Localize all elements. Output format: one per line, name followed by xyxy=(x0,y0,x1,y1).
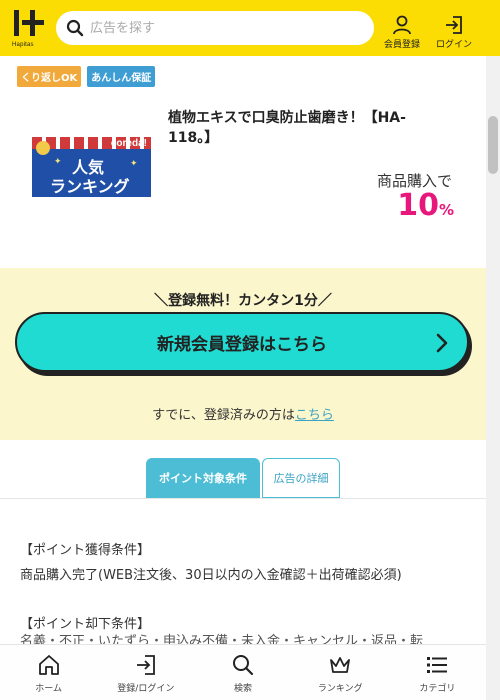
chevron-right-icon xyxy=(436,333,448,353)
conditions-content: 【ポイント獲得条件】 商品購入完了(WEB注文後、30日以内の入金確認＋出荷確認… xyxy=(20,538,472,637)
signup-button[interactable]: 新規会員登録はこちら xyxy=(15,312,469,372)
reward-number: 10 xyxy=(397,188,439,223)
registration-section: ＼登録無料！カンタン1分／ 新規会員登録はこちら すでに、登録済みの方はこちら xyxy=(0,268,486,440)
tab-point-conditions[interactable]: ポイント対象条件 xyxy=(146,458,260,498)
crown-icon xyxy=(36,141,50,155)
nav-item-category[interactable]: カテゴリ xyxy=(389,645,486,700)
sparkle-icon: ✦ xyxy=(54,157,62,167)
bottom-nav: ホーム 登録/ログイン 検索 ランキング カテゴリ xyxy=(0,644,486,700)
reward-unit: % xyxy=(438,201,454,219)
header: Hapitas 会員登録 ログイン xyxy=(0,0,500,56)
product-banner-image: coreda! ✦ ✦ 人気 ランキング xyxy=(32,137,151,197)
hapitas-logo[interactable]: Hapitas xyxy=(12,6,46,50)
user-icon xyxy=(393,15,411,35)
nav-item-home[interactable]: ホーム xyxy=(0,645,97,700)
repeat-ok-badge: くり返しOK xyxy=(17,66,82,87)
list-icon xyxy=(427,657,448,673)
search-icon xyxy=(66,19,84,37)
section-body: 商品購入完了(WEB注文後、30日以内の入金確認＋出荷確認必須) xyxy=(20,568,402,583)
registration-catchphrase: ＼登録無料！カンタン1分／ xyxy=(154,293,332,309)
detail-tabs: ポイント対象条件 広告の詳細 xyxy=(146,458,340,498)
login-button[interactable]: ログイン xyxy=(430,6,478,50)
nav-label: ランキング xyxy=(317,684,363,694)
nav-label: カテゴリ xyxy=(419,684,456,694)
home-icon xyxy=(38,655,59,675)
login-label: ログイン xyxy=(435,40,472,50)
banner-brand: coreda! xyxy=(110,138,147,149)
nav-item-login[interactable]: 登録/ログイン xyxy=(97,645,194,700)
login-icon xyxy=(136,655,155,675)
logo-text: Hapitas xyxy=(12,42,34,48)
search-bar[interactable] xyxy=(56,11,374,45)
tab-ad-details[interactable]: 広告の詳細 xyxy=(262,458,340,498)
register-label: 会員登録 xyxy=(383,40,420,50)
search-icon xyxy=(233,655,254,676)
nav-item-ranking[interactable]: ランキング xyxy=(292,645,389,700)
already-registered: すでに、登録済みの方はこちら xyxy=(0,404,486,423)
sparkle-icon: ✦ xyxy=(130,159,138,169)
login-link[interactable]: こちら xyxy=(295,408,334,423)
signup-button-label: 新規会員登録はこちら xyxy=(157,334,327,355)
search-input[interactable] xyxy=(90,20,340,36)
tab-divider xyxy=(0,498,486,499)
page-scrollbar[interactable] xyxy=(486,56,500,700)
register-button[interactable]: 会員登録 xyxy=(378,6,426,50)
product-title: 植物エキスで口臭防止歯磨き！【HA-118。】 xyxy=(168,110,406,146)
reward-value: 10% xyxy=(397,188,454,223)
nav-item-search[interactable]: 検索 xyxy=(194,645,291,700)
nav-label: ホーム xyxy=(35,684,62,694)
already-registered-text: すでに、登録済みの方は xyxy=(152,408,295,423)
section-heading: 【ポイント獲得条件】 xyxy=(20,543,151,558)
nav-label: 検索 xyxy=(234,684,253,694)
banner-line2: ランキング xyxy=(50,177,130,196)
nav-label: 登録/ログイン xyxy=(117,684,175,694)
login-icon xyxy=(446,16,462,34)
scrollbar-thumb[interactable] xyxy=(488,116,498,174)
guarantee-badge: あんしん保証 xyxy=(87,66,156,87)
feature-badges: くり返しOK あんしん保証 xyxy=(17,66,156,87)
crown-icon xyxy=(330,657,351,673)
